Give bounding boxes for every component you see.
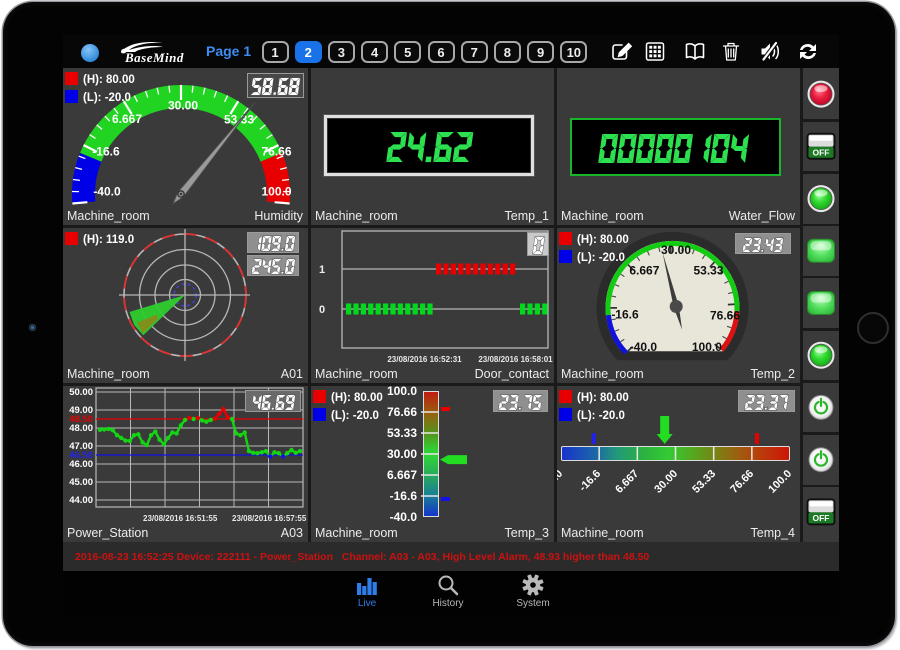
svg-text:100.0: 100.0 — [692, 340, 722, 354]
svg-text:30.00: 30.00 — [168, 99, 198, 113]
svg-text:-40.0: -40.0 — [390, 510, 418, 524]
svg-text:46.00: 46.00 — [69, 459, 93, 470]
svg-text:30.00: 30.00 — [661, 243, 691, 257]
svg-text:0: 0 — [319, 304, 325, 316]
svg-text:6.667: 6.667 — [112, 112, 142, 126]
svg-text:6.667: 6.667 — [387, 468, 417, 482]
svg-text:1: 1 — [319, 264, 325, 276]
svg-text:-40.0: -40.0 — [630, 340, 658, 354]
svg-text:44.00: 44.00 — [69, 495, 93, 506]
svg-text:-16.6: -16.6 — [390, 489, 418, 503]
svg-text:50.00: 50.00 — [69, 387, 93, 398]
svg-text:100.0: 100.0 — [261, 185, 291, 199]
svg-text:76.66: 76.66 — [261, 145, 291, 159]
svg-text:OFF: OFF — [813, 147, 830, 157]
svg-text:53.33: 53.33 — [693, 263, 723, 277]
svg-text:-16.6: -16.6 — [611, 308, 639, 322]
svg-text:6.667: 6.667 — [629, 263, 659, 277]
svg-text:76.66: 76.66 — [387, 405, 417, 419]
svg-text:100.0: 100.0 — [387, 386, 417, 398]
svg-text:53.33: 53.33 — [387, 426, 417, 440]
svg-text:48.00: 48.00 — [69, 423, 93, 434]
svg-text:53.33: 53.33 — [224, 113, 254, 127]
svg-text:OFF: OFF — [813, 513, 830, 523]
svg-text:30.00: 30.00 — [387, 447, 417, 461]
svg-text:-16.6: -16.6 — [92, 145, 120, 159]
svg-text:76.66: 76.66 — [710, 309, 740, 323]
svg-text:-40.0: -40.0 — [93, 185, 121, 199]
svg-text:45.00: 45.00 — [69, 477, 93, 488]
